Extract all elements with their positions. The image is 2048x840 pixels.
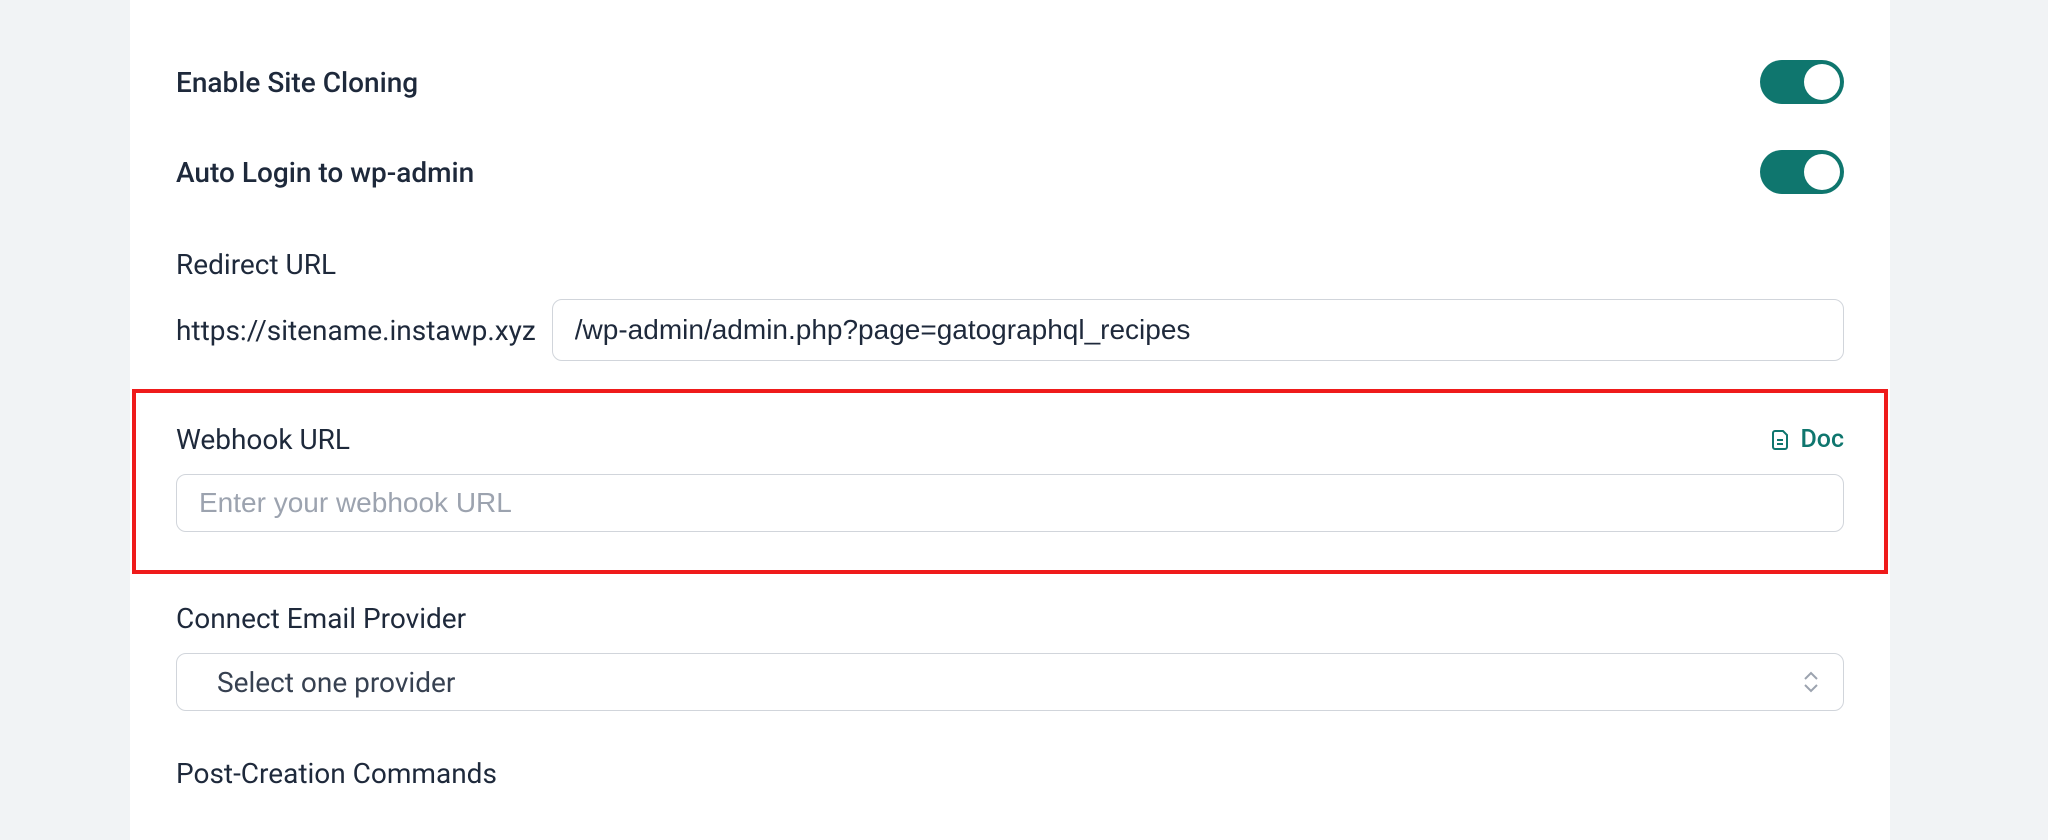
webhook-highlight-box: Webhook URL Doc bbox=[132, 389, 1888, 574]
redirect-url-block: Redirect URL https://sitename.instawp.xy… bbox=[176, 212, 1844, 361]
email-provider-selected: Select one provider bbox=[217, 666, 455, 699]
email-provider-block: Connect Email Provider Select one provid… bbox=[176, 574, 1844, 711]
email-provider-select[interactable]: Select one provider bbox=[176, 653, 1844, 711]
settings-panel: Enable Site Cloning Auto Login to wp-adm… bbox=[130, 0, 1890, 840]
webhook-doc-text: Doc bbox=[1800, 425, 1844, 454]
enable-site-cloning-row: Enable Site Cloning bbox=[176, 32, 1844, 122]
email-provider-label: Connect Email Provider bbox=[176, 602, 1844, 635]
chevrons-up-down-icon bbox=[1802, 671, 1820, 693]
redirect-url-prefix: https://sitename.instawp.xyz bbox=[176, 314, 536, 347]
webhook-header: Webhook URL Doc bbox=[176, 423, 1844, 456]
auto-login-row: Auto Login to wp-admin bbox=[176, 122, 1844, 212]
settings-inner: Enable Site Cloning Auto Login to wp-adm… bbox=[130, 0, 1890, 790]
enable-site-cloning-toggle[interactable] bbox=[1760, 60, 1844, 104]
post-creation-block: Post-Creation Commands bbox=[176, 711, 1844, 790]
auto-login-label: Auto Login to wp-admin bbox=[176, 156, 474, 189]
webhook-url-label: Webhook URL bbox=[176, 423, 350, 456]
email-provider-select-wrap: Select one provider bbox=[176, 653, 1844, 711]
webhook-doc-link[interactable]: Doc bbox=[1768, 425, 1844, 454]
document-icon bbox=[1768, 428, 1792, 452]
prev-section-stub bbox=[176, 0, 1844, 32]
redirect-url-label: Redirect URL bbox=[176, 248, 1844, 281]
enable-site-cloning-label: Enable Site Cloning bbox=[176, 66, 418, 99]
redirect-url-input-row: https://sitename.instawp.xyz bbox=[176, 299, 1844, 361]
redirect-url-input[interactable] bbox=[552, 299, 1844, 361]
post-creation-label: Post-Creation Commands bbox=[176, 757, 1844, 790]
webhook-url-input[interactable] bbox=[176, 474, 1844, 532]
auto-login-toggle[interactable] bbox=[1760, 150, 1844, 194]
